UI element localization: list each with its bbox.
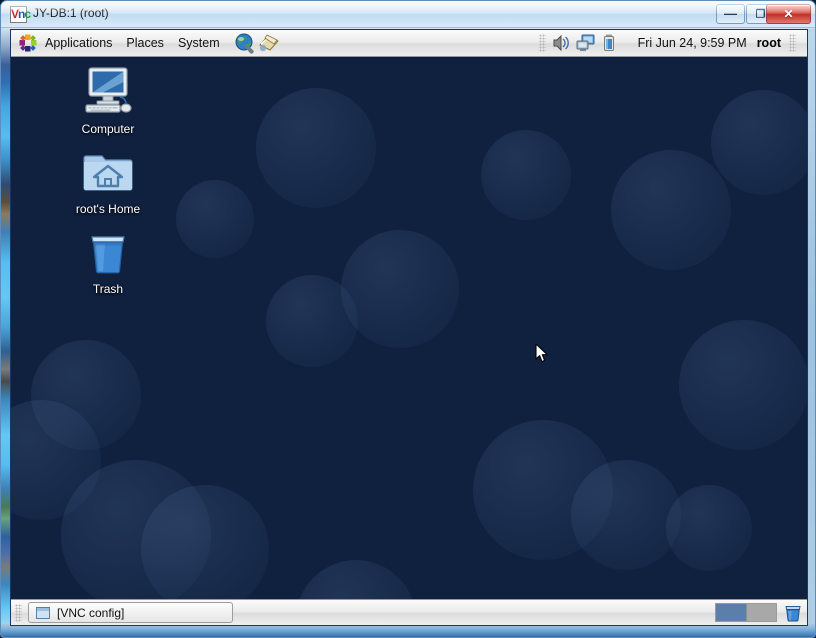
panel-grip-handle[interactable] <box>538 34 546 52</box>
minimize-icon: — <box>724 6 737 21</box>
window-left-border <box>1 29 10 626</box>
desktop-icon-label: root's Home <box>75 202 141 216</box>
bottom-panel-right-area <box>715 603 807 623</box>
gnome-top-panel: Applications Places System Fri Jun 24, 9… <box>11 30 807 57</box>
workspace-switcher[interactable] <box>715 603 777 622</box>
desktop-icon-trash[interactable]: Trash <box>52 222 164 298</box>
battery-icon[interactable] <box>598 32 622 54</box>
menu-places[interactable]: Places <box>119 33 171 53</box>
window-title: JY-DB:1 (root) <box>33 6 109 20</box>
network-icon[interactable] <box>574 32 598 54</box>
web-browser-icon[interactable] <box>233 32 257 54</box>
menu-applications[interactable]: Applications <box>38 33 119 53</box>
panel-tray-area: Fri Jun 24, 9:59 PM root <box>535 32 807 54</box>
trash-icon <box>52 222 164 278</box>
vnc-viewer-icon: Vnc <box>10 6 31 23</box>
panel-clock[interactable]: Fri Jun 24, 9:59 PM <box>622 36 757 50</box>
close-button[interactable]: ✕ <box>766 4 811 24</box>
desktop-icon-label: Computer <box>81 122 135 136</box>
vnc-viewer-window: Vnc JY-DB:1 (root) — ❐ ✕ Applications Pl… <box>0 0 816 638</box>
home-folder-icon <box>52 142 164 198</box>
vnc-desktop-canvas[interactable]: Applications Places System Fri Jun 24, 9… <box>10 29 808 626</box>
workspace-2[interactable] <box>745 604 776 621</box>
volume-icon[interactable] <box>550 32 574 54</box>
panel-username[interactable]: root <box>757 36 785 50</box>
window-icon <box>36 606 50 619</box>
centos-logo-icon[interactable] <box>18 33 38 53</box>
taskbar-window-label: [VNC config] <box>57 605 125 620</box>
menu-system[interactable]: System <box>171 33 227 53</box>
vnc-icon-letter-c: c <box>24 7 31 21</box>
window-titlebar[interactable]: Vnc JY-DB:1 (root) — ❐ ✕ <box>1 1 815 28</box>
panel-grip-handle-right[interactable] <box>789 34 796 52</box>
trash-applet-icon[interactable] <box>783 603 803 623</box>
close-icon: ✕ <box>783 7 794 21</box>
computer-icon <box>52 62 164 118</box>
desktop-icon-computer[interactable]: Computer <box>52 62 164 138</box>
minimize-button[interactable]: — <box>716 4 745 24</box>
vnc-icon-letter-v: V <box>11 7 19 21</box>
desktop-icon-label: Trash <box>92 282 124 296</box>
gnome-bottom-panel: [VNC config] <box>11 599 807 625</box>
workspace-1[interactable] <box>716 604 746 621</box>
desktop-icon-home[interactable]: root's Home <box>52 142 164 218</box>
taskbar-window-button[interactable]: [VNC config] <box>28 602 233 623</box>
taskbar-grip-handle[interactable] <box>15 603 22 622</box>
email-client-icon[interactable] <box>257 32 281 54</box>
